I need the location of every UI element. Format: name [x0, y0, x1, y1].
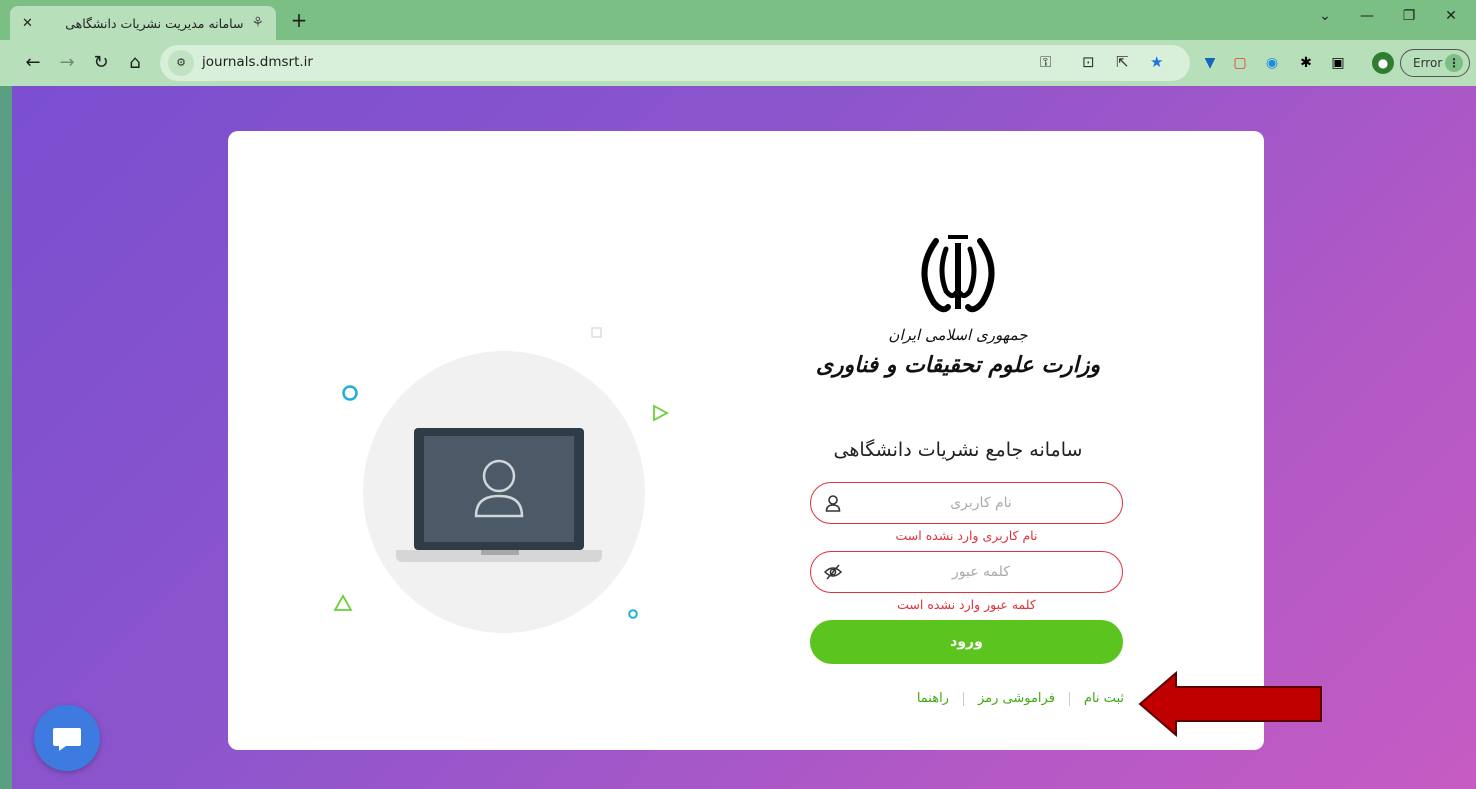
- address-bar[interactable]: ⚙ journals.dmsrt.ir ⚿ ⊡ ⇱ ★: [160, 45, 1190, 81]
- password-input[interactable]: [861, 560, 1101, 584]
- username-input[interactable]: [861, 491, 1101, 515]
- profile-avatar-icon[interactable]: ●: [1372, 52, 1394, 74]
- tab-search-icon[interactable]: ⌄: [1310, 8, 1340, 24]
- badge-extension-icon[interactable]: ◉: [1262, 53, 1282, 73]
- menu-dots-icon[interactable]: ⋮: [1445, 54, 1463, 72]
- auth-links: ثبت نام فراموشی رمز راهنما: [828, 691, 1128, 706]
- error-label: Error: [1413, 56, 1443, 70]
- laptop-icon: [414, 428, 584, 550]
- browser-tab[interactable]: ⚘ سامانه مدیریت نشریات دانشگاهی ✕: [10, 6, 276, 40]
- error-button[interactable]: Error ⋮: [1400, 49, 1470, 77]
- annotation-arrow-icon: [1138, 670, 1322, 738]
- username-field[interactable]: [810, 482, 1123, 524]
- ministry-logotype: جمهوری اسلامی ایران وزارت علوم تحقیقات و…: [788, 326, 1128, 378]
- bookmark-star-icon[interactable]: ★: [1150, 53, 1163, 71]
- tab-title: سامانه مدیریت نشریات دانشگاهی: [65, 15, 244, 31]
- login-button[interactable]: ورود: [810, 620, 1123, 664]
- restore-icon[interactable]: ❐: [1394, 8, 1424, 24]
- close-window-icon[interactable]: ✕: [1436, 8, 1466, 24]
- small-circle-decoration-icon: [628, 609, 638, 619]
- minimize-icon[interactable]: —: [1352, 8, 1382, 24]
- user-icon: [825, 495, 841, 512]
- square-decoration-icon: [591, 327, 602, 338]
- password-field[interactable]: [810, 551, 1123, 593]
- download-extension-icon[interactable]: ▼: [1200, 53, 1220, 73]
- help-link[interactable]: راهنما: [917, 691, 949, 706]
- eye-off-icon[interactable]: [823, 562, 843, 582]
- link-divider: [1068, 691, 1070, 706]
- chat-widget-button[interactable]: [34, 705, 100, 771]
- play-triangle-decoration-icon: [653, 404, 669, 422]
- system-title: سامانه جامع نشریات دانشگاهی: [833, 439, 1083, 461]
- url-text[interactable]: journals.dmsrt.ir: [202, 54, 313, 70]
- back-icon[interactable]: ←: [20, 50, 46, 76]
- password-error: کلمه عبور وارد نشده است: [897, 597, 1036, 612]
- tab-close-icon[interactable]: ✕: [22, 16, 33, 31]
- user-icon: [474, 459, 524, 518]
- site-info-icon[interactable]: ⚙: [168, 50, 194, 76]
- browser-toolbar: ← → ↻ ⌂ ⚙ journals.dmsrt.ir ⚿ ⊡ ⇱ ★ ▼ ▢ …: [0, 40, 1476, 86]
- circle-decoration-icon: [342, 385, 358, 401]
- laptop-notch: [481, 550, 519, 555]
- chat-bubble-icon: [53, 728, 81, 751]
- link-divider: [962, 691, 964, 706]
- extensions-puzzle-icon[interactable]: ✱: [1296, 53, 1316, 73]
- new-tab-button[interactable]: +: [286, 8, 312, 34]
- browser-tab-strip: ⚘ سامانه مدیریت نشریات دانشگاهی ✕ + ⌄ — …: [0, 0, 1476, 40]
- install-app-icon[interactable]: ⊡: [1082, 53, 1095, 71]
- red-extension-icon[interactable]: ▢: [1230, 53, 1250, 73]
- ministry-line2: وزارت علوم تحقیقات و فناوری: [815, 352, 1101, 378]
- home-icon[interactable]: ⌂: [122, 50, 148, 76]
- forward-icon[interactable]: →: [54, 50, 80, 76]
- triangle-decoration-icon: [333, 594, 353, 611]
- side-panel-icon[interactable]: ▣: [1328, 53, 1348, 73]
- register-link[interactable]: ثبت نام: [1084, 691, 1124, 706]
- iran-emblem-icon: [921, 235, 995, 313]
- login-card: جمهوری اسلامی ایران وزارت علوم تحقیقات و…: [228, 131, 1264, 750]
- site-favicon-icon: ⚘: [251, 15, 264, 31]
- left-edge-strip: [0, 86, 12, 789]
- password-key-icon[interactable]: ⚿: [1040, 53, 1051, 71]
- reload-icon[interactable]: ↻: [88, 50, 114, 76]
- ministry-line1: جمهوری اسلامی ایران: [888, 326, 1028, 344]
- forgot-password-link[interactable]: فراموشی رمز: [978, 691, 1055, 706]
- username-error: نام کاربری وارد نشده است: [895, 528, 1038, 543]
- share-icon[interactable]: ⇱: [1116, 53, 1129, 71]
